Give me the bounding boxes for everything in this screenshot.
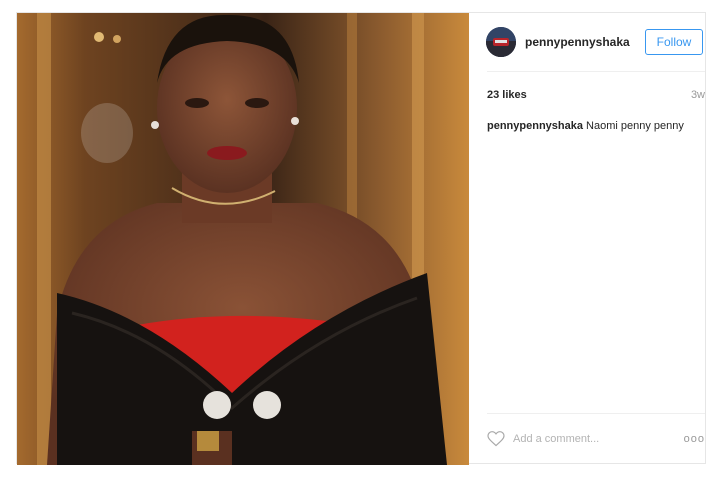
post-time[interactable]: 3w — [691, 89, 705, 101]
avatar-image — [486, 27, 516, 57]
caption-username[interactable]: pennypennyshaka — [487, 120, 583, 132]
comment-divider — [487, 413, 705, 414]
header-divider — [487, 71, 705, 72]
post-header: pennypennyshaka Follow — [469, 13, 707, 71]
likes-count[interactable]: 23 likes — [487, 89, 527, 101]
follow-button[interactable]: Follow — [645, 29, 703, 55]
caption-text: Naomi penny penny — [586, 120, 684, 132]
avatar[interactable] — [486, 27, 516, 57]
more-options-icon[interactable]: ooo — [684, 433, 705, 445]
instagram-post: pennypennyshaka Follow 23 likes 3w penny… — [16, 12, 707, 465]
portrait-photo — [17, 13, 469, 465]
caption: pennypennyshaka Naomi penny penny — [487, 119, 705, 134]
post-meta: 23 likes 3w — [487, 89, 705, 105]
post-photo[interactable] — [17, 13, 469, 465]
username[interactable]: pennypennyshaka — [525, 35, 630, 49]
comment-bar: ooo — [487, 425, 705, 455]
post-sidebar: pennypennyshaka Follow 23 likes 3w penny… — [469, 13, 707, 465]
heart-outline-icon[interactable] — [487, 431, 505, 447]
comment-input[interactable] — [513, 431, 663, 447]
